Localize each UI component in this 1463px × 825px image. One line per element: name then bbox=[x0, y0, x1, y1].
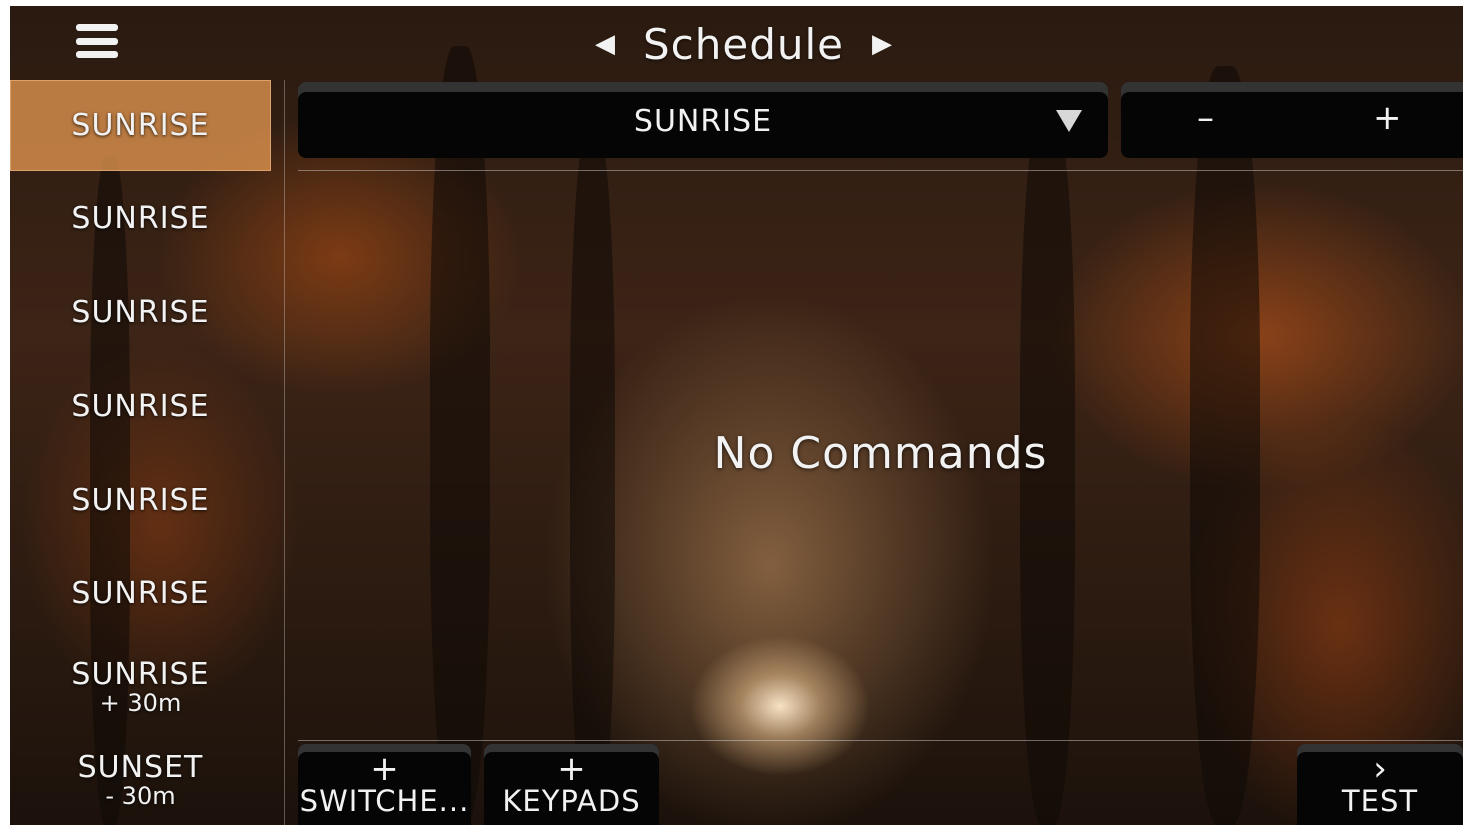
test-label: TEST bbox=[1341, 784, 1419, 818]
empty-commands-message: No Commands bbox=[713, 428, 1048, 479]
content-divider-top bbox=[298, 170, 1463, 171]
sidebar-item-sunset-offset[interactable]: SUNSET - 30m bbox=[10, 736, 271, 825]
sidebar-item-label: SUNRISE bbox=[71, 657, 210, 693]
sidebar-item-sunrise-offset[interactable]: SUNRISE + 30m bbox=[10, 642, 271, 733]
sidebar-item-sunrise[interactable]: SUNRISE bbox=[10, 455, 271, 546]
chevron-right-icon: › bbox=[1373, 749, 1387, 789]
sidebar-item-sunrise[interactable]: SUNRISE bbox=[10, 173, 271, 264]
prev-arrow-icon[interactable]: ◀ bbox=[595, 31, 615, 57]
sidebar-item-sunrise[interactable]: SUNRISE bbox=[10, 548, 271, 639]
schedule-event-list: SUNRISE SUNRISE SUNRISE SUNRISE SUNRISE … bbox=[10, 80, 271, 825]
content-divider-bottom bbox=[298, 740, 1463, 741]
increment-button[interactable]: + bbox=[1373, 98, 1402, 138]
sidebar-item-label: SUNRISE bbox=[71, 575, 210, 611]
sidebar-item-sunrise[interactable]: SUNRISE bbox=[10, 361, 271, 452]
event-type-dropdown[interactable]: SUNRISE bbox=[298, 82, 1108, 158]
sidebar-item-label: SUNRISE bbox=[71, 107, 210, 143]
dropdown-value: SUNRISE bbox=[633, 104, 773, 139]
decrement-button[interactable]: – bbox=[1197, 98, 1214, 138]
offset-stepper: – + bbox=[1121, 82, 1463, 158]
sidebar-item-label: SUNRISE bbox=[71, 200, 210, 236]
sidebar-divider bbox=[284, 80, 285, 825]
test-button[interactable]: › TEST bbox=[1297, 744, 1463, 825]
menu-bar bbox=[76, 37, 118, 45]
sidebar-item-sunrise[interactable]: SUNRISE bbox=[10, 80, 271, 171]
add-switches-label: SWITCHE... bbox=[299, 784, 470, 818]
menu-bar bbox=[76, 51, 118, 58]
add-keypads-label: KEYPADS bbox=[502, 784, 641, 818]
top-bar: ◀ Schedule ▶ bbox=[10, 6, 1463, 78]
add-keypads-button[interactable]: + KEYPADS bbox=[484, 744, 659, 825]
page-title: Schedule bbox=[643, 19, 844, 69]
menu-bar bbox=[76, 24, 118, 31]
plus-icon: + bbox=[557, 749, 586, 789]
sidebar-item-offset: + 30m bbox=[99, 688, 182, 717]
add-switches-button[interactable]: + SWITCHE... bbox=[298, 744, 471, 825]
sidebar-item-label: SUNRISE bbox=[71, 388, 210, 424]
sidebar-item-label: SUNRISE bbox=[71, 294, 210, 330]
title-group: ◀ Schedule ▶ bbox=[595, 16, 892, 72]
plus-icon: + bbox=[370, 749, 399, 789]
sidebar-item-label: SUNSET bbox=[77, 750, 204, 786]
screen: ◀ Schedule ▶ SUNRISE SUNRISE SUNRISE SUN… bbox=[10, 6, 1463, 825]
next-arrow-icon[interactable]: ▶ bbox=[872, 31, 892, 57]
hamburger-menu-icon[interactable] bbox=[76, 24, 118, 58]
caret-down-icon bbox=[1056, 110, 1082, 132]
sidebar-item-label: SUNRISE bbox=[71, 482, 210, 518]
sidebar-item-offset: - 30m bbox=[105, 781, 176, 810]
sidebar-item-sunrise[interactable]: SUNRISE bbox=[10, 267, 271, 358]
